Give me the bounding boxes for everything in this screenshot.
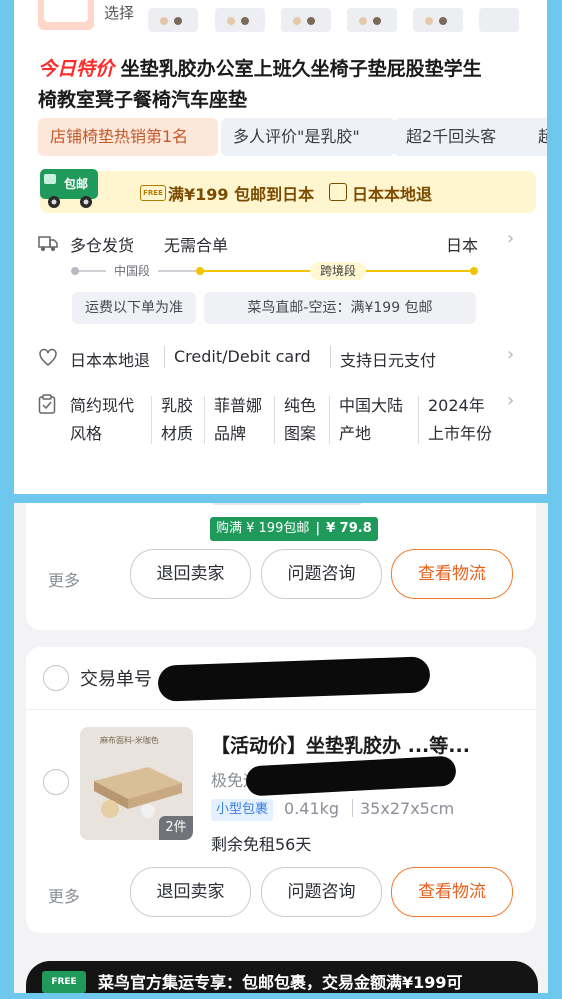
- more-link[interactable]: 更多: [48, 567, 80, 591]
- route-dot: [470, 267, 478, 275]
- free-badge-icon: FREE: [140, 185, 166, 201]
- attr-style: 简约现代 风格: [70, 396, 135, 443]
- divider: [164, 346, 165, 368]
- chevron-right-icon[interactable]: ›: [507, 228, 514, 249]
- size-tag: 小型包裹: [211, 799, 274, 821]
- divider: [151, 396, 152, 444]
- cropped-text: [212, 503, 362, 505]
- consolidation-text: 菜鸟官方集运专享：包邮包裹，交易金额满¥199可: [98, 973, 463, 992]
- free-shipping-icon: FREE: [42, 971, 86, 993]
- chip-more[interactable]: 超: [530, 118, 547, 156]
- service-jpy: 支持日元支付: [340, 351, 437, 370]
- variant-thumb[interactable]: [347, 8, 397, 32]
- return-to-seller-button[interactable]: 退回卖家: [130, 867, 251, 917]
- product-title: 今日特价 坐垫乳胶办公室上班久坐椅子垫屁股垫学生 椅教室凳子餐椅汽车座垫: [38, 54, 543, 116]
- more-link[interactable]: 更多: [48, 883, 80, 907]
- order-item-title[interactable]: 【活动价】坐垫乳胶办 ...等...: [211, 731, 521, 758]
- fee-note: 运费以下单为准: [72, 292, 196, 324]
- product-image[interactable]: 麻布面料-米咖色 2件: [80, 727, 193, 840]
- order-list: 购满 ¥ 199包邮 | ¥ 79.8 更多 退回卖家 问题咨询 查看物流 交易单号…: [14, 503, 548, 993]
- variant-thumb[interactable]: [215, 8, 265, 32]
- route-dot: [196, 267, 204, 275]
- variant-thumb[interactable]: [413, 8, 463, 32]
- local-return-label: 日本本地退: [352, 185, 433, 204]
- truck-icon: 包邮: [36, 167, 102, 211]
- no-merge: 无需合单: [164, 236, 229, 255]
- chevron-right-icon[interactable]: ›: [507, 390, 514, 411]
- variant-thumb[interactable]: [148, 8, 198, 32]
- segment-cross: 跨境段: [310, 262, 367, 280]
- route-info: 菜鸟直邮-空运：满¥199 包邮: [204, 292, 476, 324]
- segment-china: 中国段: [106, 262, 159, 280]
- return-to-seller-button[interactable]: 退回卖家: [130, 549, 251, 599]
- service-local-return: 日本本地退: [70, 351, 151, 370]
- redaction-scribble: [245, 755, 457, 797]
- product-detail-card: 选择 今日特价 坐垫乳胶办公室上班久坐椅子垫屁股垫学生 椅教室凳子餐椅汽车座垫 …: [14, 0, 547, 494]
- select-order-radio[interactable]: [43, 665, 69, 691]
- shield-heart-icon: [38, 348, 58, 368]
- variant-thumb[interactable]: [281, 8, 331, 32]
- delivery-truck-icon: [38, 234, 58, 252]
- ask-question-button[interactable]: 问题咨询: [261, 867, 382, 917]
- chip-reviews[interactable]: 多人评价"是乳胶": [221, 118, 395, 156]
- multi-warehouse: 多仓发货: [70, 236, 135, 255]
- variant-label[interactable]: 选择: [104, 2, 134, 23]
- attr-brand: 菲普娜 品牌: [214, 396, 263, 443]
- promo-badge: 购满 ¥ 199包邮 | ¥ 79.8: [210, 517, 378, 541]
- chevron-right-icon[interactable]: ›: [507, 344, 514, 365]
- divider: [26, 709, 536, 710]
- attr-origin: 中国大陆 产地: [339, 396, 404, 443]
- attr-year: 2024年 上市年份: [428, 396, 493, 443]
- ask-question-button[interactable]: 问题咨询: [261, 549, 382, 599]
- free-storage-days: 剩余免租56天: [211, 835, 312, 854]
- attr-material: 乳胶 材质: [161, 396, 194, 443]
- divider: [329, 396, 330, 444]
- route-dot: [71, 267, 79, 275]
- trade-number-label: 交易单号: [80, 669, 152, 690]
- chip-bestseller[interactable]: 店铺椅垫热销第1名: [38, 118, 218, 156]
- price-tag: 今日特价: [38, 58, 115, 80]
- select-item-radio[interactable]: [43, 769, 69, 795]
- product-title-line2: 椅教室凳子餐椅汽车座垫: [38, 89, 248, 111]
- variant-thumb[interactable]: [479, 8, 519, 32]
- divider: [330, 346, 331, 368]
- divider: [418, 396, 419, 444]
- product-title-line1: 坐垫乳胶办公室上班久坐椅子垫屁股垫学生: [120, 58, 482, 80]
- redaction-scribble: [157, 656, 431, 702]
- view-logistics-button[interactable]: 查看物流: [391, 867, 513, 917]
- quantity-badge: 2件: [159, 816, 193, 840]
- package-weight: 0.41kg: [284, 799, 340, 818]
- divider: [204, 396, 205, 444]
- view-logistics-button[interactable]: 查看物流: [391, 549, 513, 599]
- attr-pattern: 纯色 图案: [284, 396, 317, 443]
- chip-repeat-buyers[interactable]: 超2千回头客: [394, 118, 543, 156]
- divider: [274, 396, 275, 444]
- package-dims: 35x27x5cm: [360, 799, 455, 818]
- return-icon: [329, 183, 347, 201]
- order-card: 交易单号 麻布面料-米咖色 2件 【活动价】坐垫乳胶办 ...等... 极免运 …: [26, 647, 536, 933]
- destination[interactable]: 日本: [446, 232, 478, 256]
- service-card: Credit/Debit card: [174, 347, 311, 366]
- shipping-banner[interactable]: 包邮 FREE 满¥199 包邮到日本 日本本地退: [40, 169, 536, 213]
- variant-selected-thumb[interactable]: [38, 0, 94, 30]
- consolidation-banner[interactable]: FREE 菜鸟官方集运专享：包邮包裹，交易金额满¥199可: [26, 961, 538, 993]
- clipboard-icon: [38, 394, 56, 414]
- divider: [352, 799, 353, 817]
- order-card: 购满 ¥ 199包邮 | ¥ 79.8 更多 退回卖家 问题咨询 查看物流: [26, 503, 536, 630]
- free-shipping-offer: 满¥199 包邮到日本: [168, 185, 315, 204]
